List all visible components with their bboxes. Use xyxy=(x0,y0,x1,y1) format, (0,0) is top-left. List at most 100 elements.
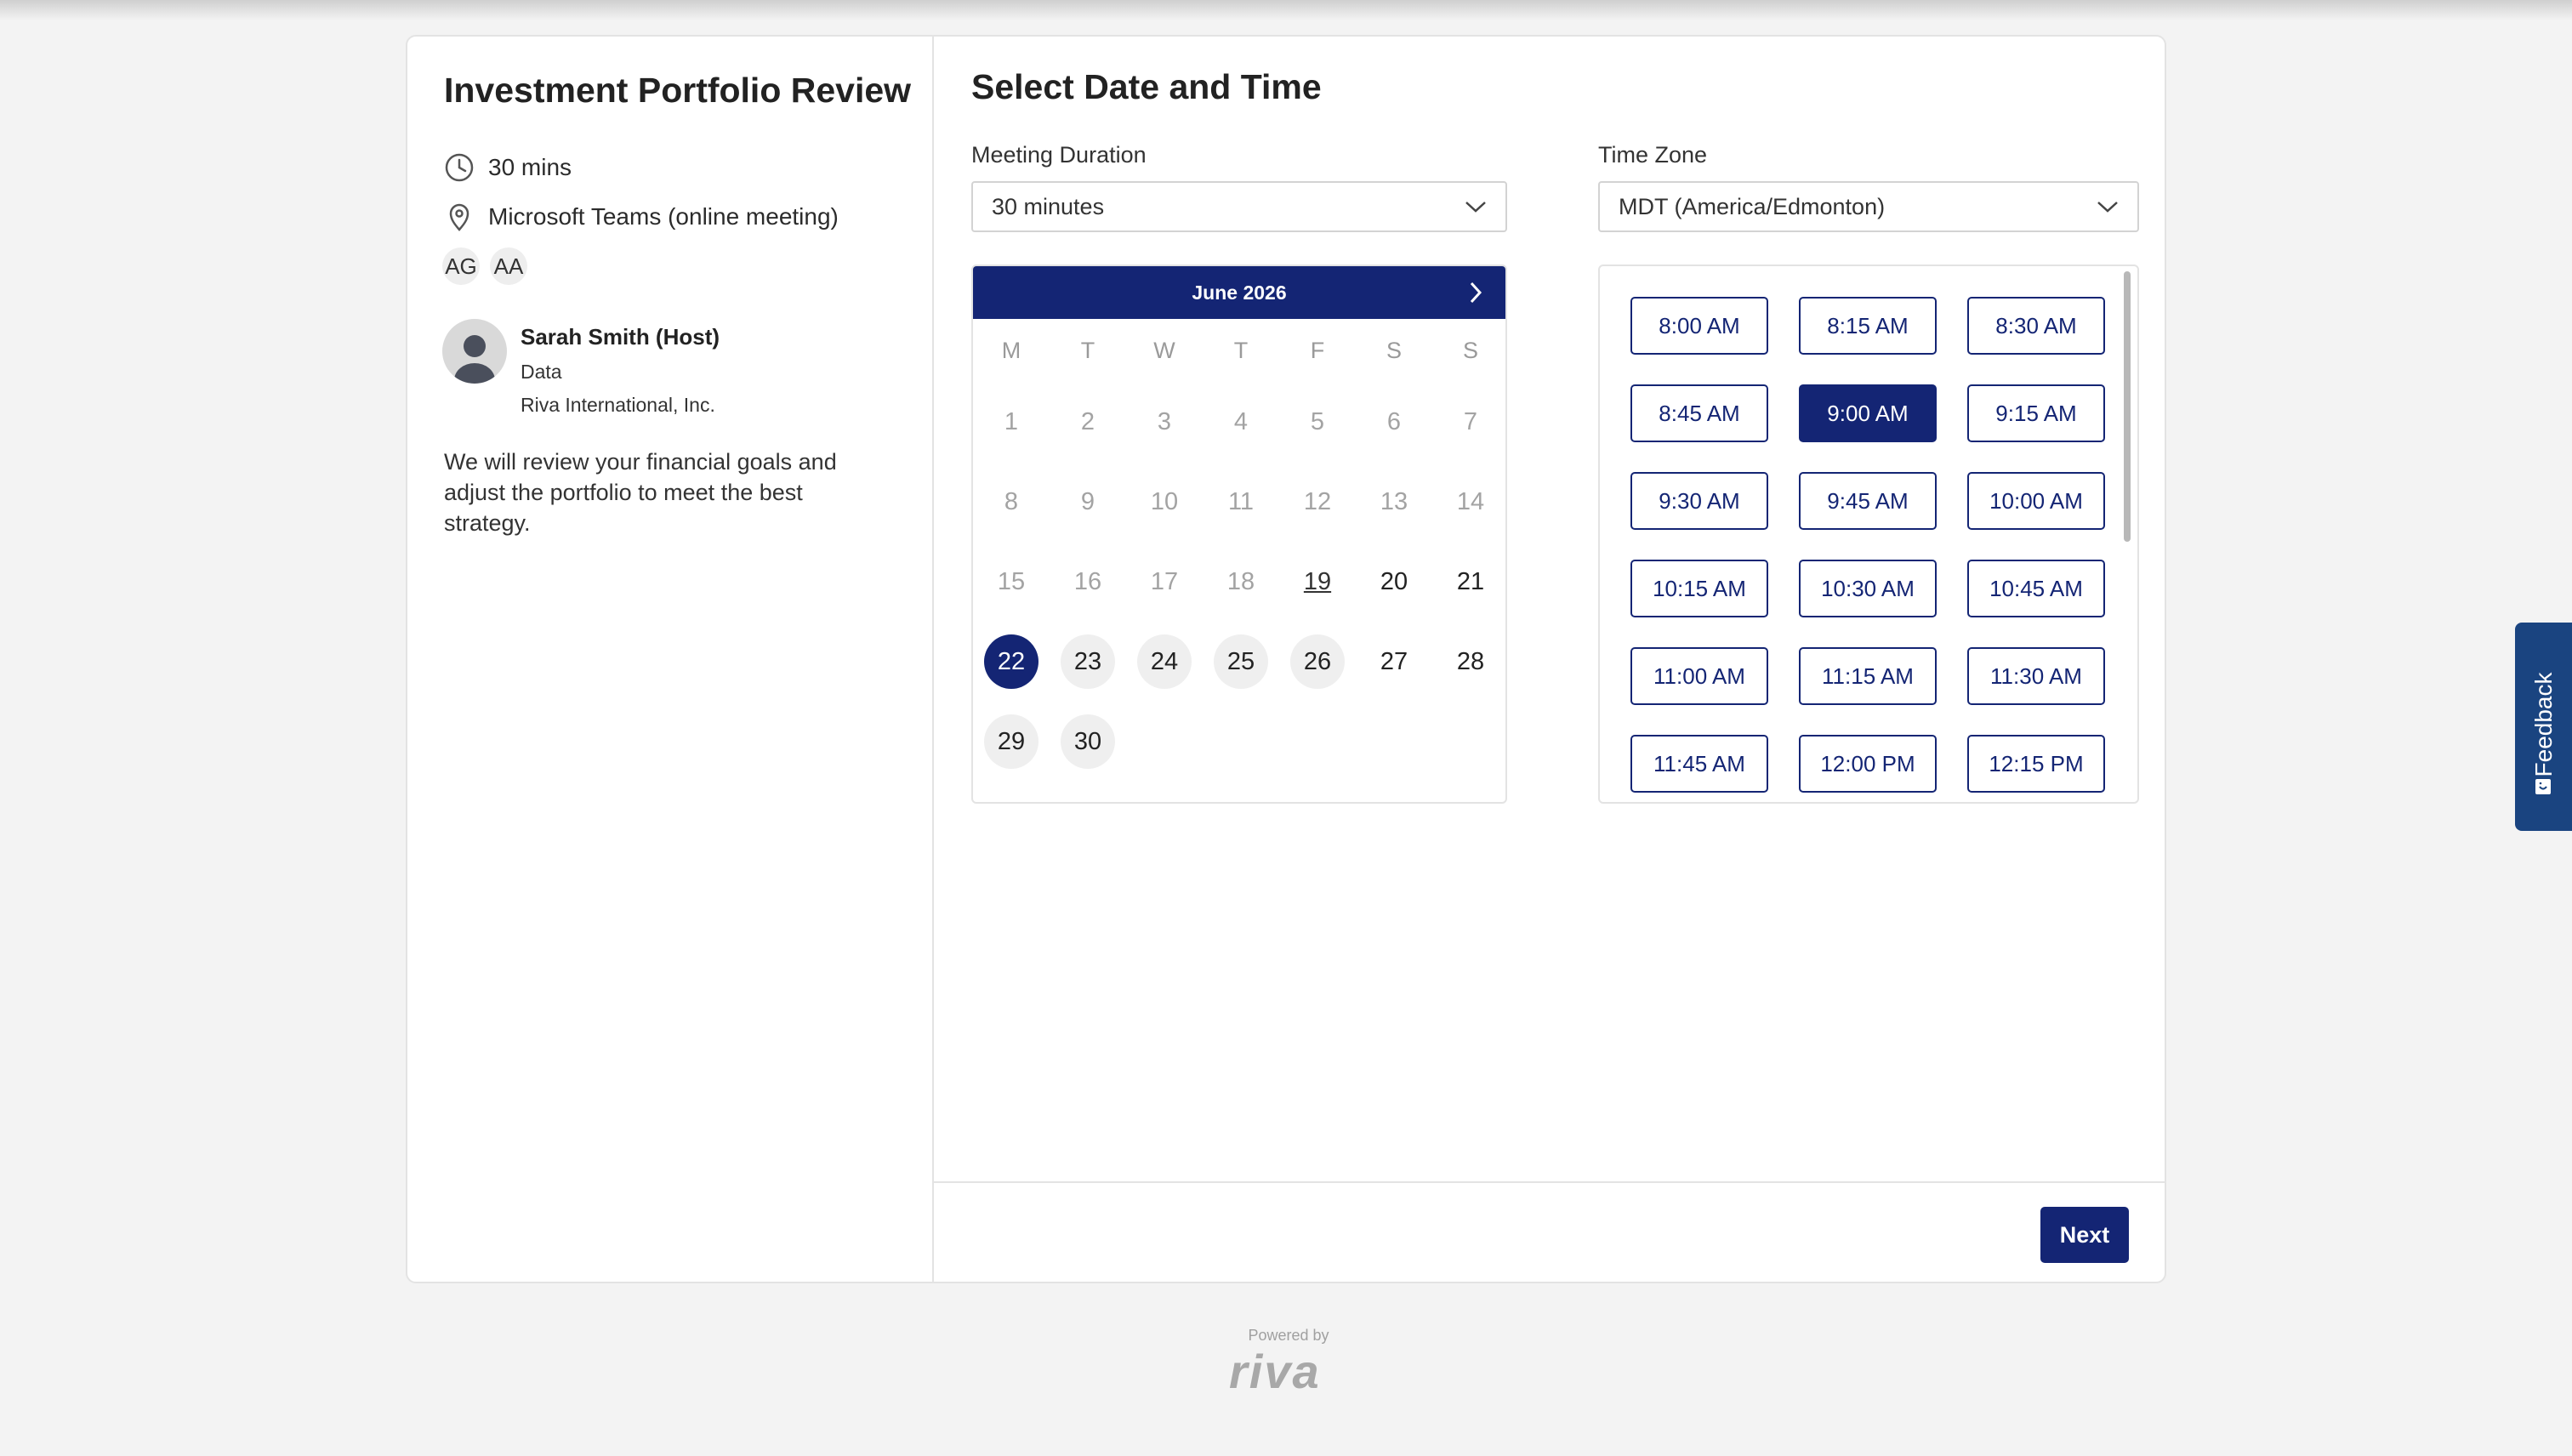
time-slot-button[interactable]: 10:15 AM xyxy=(1630,560,1768,617)
calendar-day: 15 xyxy=(973,542,1050,622)
location-text: Microsoft Teams (online meeting) xyxy=(488,203,839,230)
calendar-day-number: 30 xyxy=(1061,714,1115,769)
calendar-day: 17 xyxy=(1126,542,1203,622)
time-slot-button[interactable]: 8:00 AM xyxy=(1630,297,1768,355)
time-slot-button[interactable]: 8:30 AM xyxy=(1967,297,2105,355)
top-shadow xyxy=(0,0,2572,20)
calendar-day[interactable]: 21 xyxy=(1432,542,1505,622)
calendar-day: 6 xyxy=(1356,382,1432,462)
chevron-down-icon xyxy=(2097,202,2118,213)
location-pin-icon xyxy=(449,203,469,231)
scrollbar[interactable] xyxy=(2124,271,2131,542)
time-slot-button[interactable]: 12:15 PM xyxy=(1967,735,2105,793)
time-slot-button[interactable]: 9:30 AM xyxy=(1630,472,1768,530)
time-slot-button[interactable]: 10:45 AM xyxy=(1967,560,2105,617)
calendar-day-number: 1 xyxy=(1004,407,1019,435)
calendar-day[interactable]: 24 xyxy=(1126,622,1203,702)
time-slot-button[interactable]: 8:45 AM xyxy=(1630,384,1768,442)
avatar xyxy=(442,319,507,384)
calendar-day-number: 14 xyxy=(1456,487,1485,515)
attendee-chip[interactable]: AG xyxy=(442,247,480,285)
calendar-day: 12 xyxy=(1279,462,1356,542)
timezone-select-value: MDT (America/Edmonton) xyxy=(1619,193,1886,219)
event-title: Investment Portfolio Review xyxy=(444,71,912,110)
calendar-day[interactable]: 29 xyxy=(973,702,1050,782)
time-slot-button[interactable]: 11:15 AM xyxy=(1799,647,1937,705)
calendar-day-number: 7 xyxy=(1463,407,1478,435)
calendar-day: 9 xyxy=(1050,462,1126,542)
footer-divider xyxy=(934,1181,2165,1183)
time-slot-button[interactable]: 11:30 AM xyxy=(1967,647,2105,705)
duration-text: 30 mins xyxy=(488,154,572,180)
calendar-day[interactable]: 25 xyxy=(1203,622,1279,702)
attendee-chip[interactable]: AA xyxy=(490,247,527,285)
weekday-label: S xyxy=(1462,337,1478,363)
time-slot-button[interactable]: 8:15 AM xyxy=(1799,297,1937,355)
time-slot-button[interactable]: 12:00 PM xyxy=(1799,735,1937,793)
calendar-day: 3 xyxy=(1126,382,1203,462)
calendar-day-number: 23 xyxy=(1061,634,1115,689)
calendar-day[interactable]: 28 xyxy=(1432,622,1505,702)
event-description: We will review your financial goals and … xyxy=(444,449,837,536)
time-slot-list: 8:00 AM 8:15 AM 8:30 AM 8:45 AM 9:00 AM 9:15 … xyxy=(1598,264,2139,804)
calendar-day-number: 2 xyxy=(1080,407,1095,435)
calendar-day: 4 xyxy=(1203,382,1279,462)
booking-card: Investment Portfolio Review 30 mins Micr… xyxy=(406,35,2166,1283)
calendar-day[interactable]: 22 xyxy=(973,622,1050,702)
calendar-day-number: 28 xyxy=(1456,647,1485,675)
host-name: Sarah Smith (Host) xyxy=(521,324,720,350)
riva-logo: riva xyxy=(1229,1345,1321,1398)
attendee-chips: AG AA xyxy=(442,247,527,285)
calendar-day-number: 18 xyxy=(1226,567,1255,595)
weekday-label: M xyxy=(1001,337,1021,363)
calendar-day-number: 8 xyxy=(1004,487,1019,515)
calendar-day: 2 xyxy=(1050,382,1126,462)
calendar-day: 16 xyxy=(1050,542,1126,622)
time-slot-grid: 8:00 AM 8:15 AM 8:30 AM 8:45 AM 9:00 AM 9:15 … xyxy=(1630,297,2105,793)
calendar-day[interactable]: 30 xyxy=(1050,702,1126,782)
calendar: June 2026 MTWTFSS 1 2 3 4 5 6 7 8 9 10 11 12 13 14 15 1… xyxy=(971,264,1507,804)
calendar-day-number: 22 xyxy=(984,634,1038,689)
calendar-day[interactable]: 19 xyxy=(1279,542,1356,622)
time-slot-button[interactable]: 10:00 AM xyxy=(1967,472,2105,530)
calendar-day: 8 xyxy=(973,462,1050,542)
time-slot-button[interactable]: 11:45 AM xyxy=(1630,735,1768,793)
calendar-day-number: 12 xyxy=(1303,487,1332,515)
time-slot-button[interactable]: 10:30 AM xyxy=(1799,560,1937,617)
calendar-day[interactable]: 26 xyxy=(1279,622,1356,702)
duration-label: Meeting Duration xyxy=(971,142,1147,168)
next-month-button[interactable] xyxy=(1461,278,1490,307)
calendar-day-number: 9 xyxy=(1080,487,1095,515)
calendar-day[interactable]: 27 xyxy=(1356,622,1432,702)
calendar-day[interactable]: 23 xyxy=(1050,622,1126,702)
time-slot-button[interactable]: 11:00 AM xyxy=(1630,647,1768,705)
calendar-day-number: 24 xyxy=(1137,634,1192,689)
calendar-day: 10 xyxy=(1126,462,1203,542)
chevron-down-icon xyxy=(1465,202,1486,213)
timezone-select[interactable]: MDT (America/Edmonton) xyxy=(1598,181,2139,232)
weekday-label: S xyxy=(1386,337,1402,363)
next-button[interactable]: Next xyxy=(2040,1207,2129,1263)
calendar-day-number: 10 xyxy=(1150,487,1179,515)
feedback-label: Feedback xyxy=(2529,672,2557,777)
calendar-day-number: 27 xyxy=(1380,647,1408,675)
calendar-day-number: 26 xyxy=(1290,634,1345,689)
calendar-day-number: 4 xyxy=(1233,407,1249,435)
feedback-tab[interactable]: Feedback xyxy=(2515,623,2572,831)
calendar-day: 1 xyxy=(973,382,1050,462)
time-slot-button[interactable]: 9:15 AM xyxy=(1967,384,2105,442)
weekday-label: W xyxy=(1153,337,1175,363)
time-slot-button[interactable]: 9:00 AM xyxy=(1799,384,1937,442)
host-info: Sarah Smith (Host) Data Riva Internation… xyxy=(521,319,720,417)
calendar-day-number: 29 xyxy=(984,714,1038,769)
time-slot-button[interactable]: 9:45 AM xyxy=(1799,472,1937,530)
duration-select[interactable]: 30 minutes xyxy=(971,181,1507,232)
calendar-day[interactable]: 20 xyxy=(1356,542,1432,622)
calendar-day-number: 6 xyxy=(1386,407,1402,435)
location-row: Microsoft Teams (online meeting) xyxy=(444,202,839,232)
weekday-header: MTWTFSS xyxy=(973,319,1505,382)
event-details-panel: Investment Portfolio Review 30 mins Micr… xyxy=(407,37,934,1282)
calendar-day: 13 xyxy=(1356,462,1432,542)
calendar-day-number: 21 xyxy=(1456,567,1485,595)
calendar-month: June 2026 xyxy=(1192,281,1287,304)
